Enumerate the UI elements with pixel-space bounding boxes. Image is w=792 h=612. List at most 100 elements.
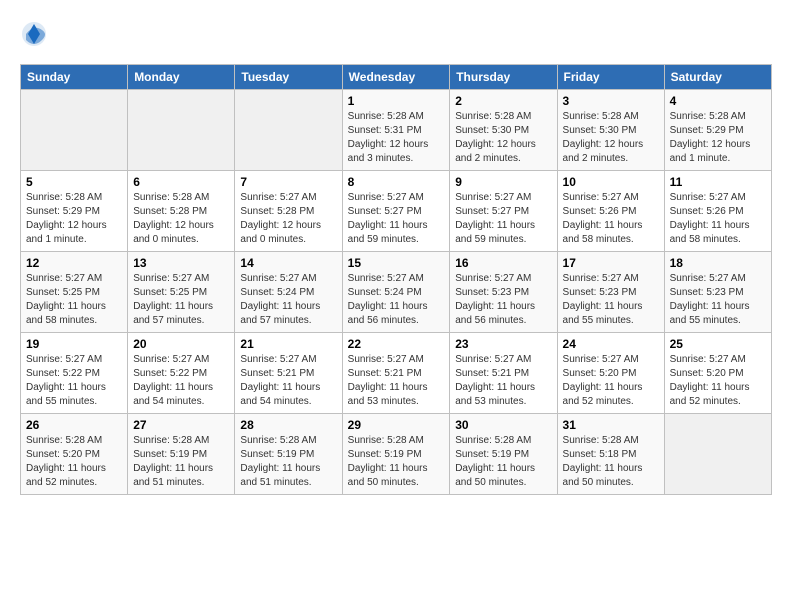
day-cell: 28 Sunrise: 5:28 AM Sunset: 5:19 PM Dayli… [235,414,342,495]
day-number: 13 [133,256,229,270]
day-cell [21,90,128,171]
day-header-wednesday: Wednesday [342,65,450,90]
day-cell: 16 Sunrise: 5:27 AM Sunset: 5:23 PM Dayli… [450,252,557,333]
day-info: Sunrise: 5:28 AM Sunset: 5:20 PM Dayligh… [26,434,122,490]
day-info: Sunrise: 5:27 AM Sunset: 5:28 PM Dayligh… [240,191,336,247]
calendar-header-row: SundayMondayTuesdayWednesdayThursdayFrid… [21,65,772,90]
day-number: 29 [348,418,445,432]
day-info: Sunrise: 5:27 AM Sunset: 5:22 PM Dayligh… [133,353,229,409]
day-cell [128,90,235,171]
day-cell: 30Sunrise: 5:28 AM Sunset: 5:19 PM Dayli… [450,414,557,495]
day-cell [235,90,342,171]
day-info: Sunrise: 5:27 AM Sunset: 5:27 PM Dayligh… [348,191,445,247]
week-row-2: 5Sunrise: 5:28 AM Sunset: 5:29 PM Daylig… [21,171,772,252]
day-info: Sunrise: 5:28 AM Sunset: 5:18 PM Dayligh… [563,434,659,490]
day-cell: 6Sunrise: 5:28 AM Sunset: 5:28 PM Daylig… [128,171,235,252]
day-info: Sunrise: 5:27 AM Sunset: 5:24 PM Dayligh… [348,272,445,328]
day-number: 20 [133,337,229,351]
day-info: Sunrise: 5:28 AM Sunset: 5:19 PM Dayligh… [240,434,336,490]
day-info: Sunrise: 5:27 AM Sunset: 5:20 PM Dayligh… [563,353,659,409]
day-info: Sunrise: 5:27 AM Sunset: 5:23 PM Dayligh… [670,272,766,328]
day-info: Sunrise: 5:27 AM Sunset: 5:20 PM Dayligh… [670,353,766,409]
day-number: 3 [563,94,659,108]
day-info: Sunrise: 5:28 AM Sunset: 5:19 PM Dayligh… [348,434,445,490]
day-cell: 21Sunrise: 5:27 AM Sunset: 5:21 PM Dayli… [235,333,342,414]
day-cell: 22 Sunrise: 5:27 AM Sunset: 5:21 PM Dayli… [342,333,450,414]
day-number: 18 [670,256,766,270]
day-cell: 8 Sunrise: 5:27 AM Sunset: 5:27 PM Daylig… [342,171,450,252]
day-number: 5 [26,175,122,189]
day-number: 2 [455,94,551,108]
day-number: 12 [26,256,122,270]
day-cell: 11 Sunrise: 5:27 AM Sunset: 5:26 PM Dayli… [664,171,771,252]
day-cell: 5Sunrise: 5:28 AM Sunset: 5:29 PM Daylig… [21,171,128,252]
day-cell [664,414,771,495]
day-info: Sunrise: 5:28 AM Sunset: 5:19 PM Dayligh… [133,434,229,490]
day-number: 14 [240,256,336,270]
day-number: 25 [670,337,766,351]
day-cell: 13Sunrise: 5:27 AM Sunset: 5:25 PM Dayli… [128,252,235,333]
day-info: Sunrise: 5:28 AM Sunset: 5:19 PM Dayligh… [455,434,551,490]
day-cell: 3 Sunrise: 5:28 AM Sunset: 5:30 PM Daylig… [557,90,664,171]
day-cell: 2 Sunrise: 5:28 AM Sunset: 5:30 PM Daylig… [450,90,557,171]
day-cell: 4 Sunrise: 5:28 AM Sunset: 5:29 PM Daylig… [664,90,771,171]
day-number: 15 [348,256,445,270]
day-number: 4 [670,94,766,108]
week-row-3: 12 Sunrise: 5:27 AM Sunset: 5:25 PM Dayli… [21,252,772,333]
day-number: 8 [348,175,445,189]
day-number: 6 [133,175,229,189]
day-number: 27 [133,418,229,432]
day-info: Sunrise: 5:27 AM Sunset: 5:25 PM Dayligh… [26,272,122,328]
day-info: Sunrise: 5:28 AM Sunset: 5:30 PM Dayligh… [563,110,659,166]
week-row-4: 19 Sunrise: 5:27 AM Sunset: 5:22 PM Dayli… [21,333,772,414]
day-header-thursday: Thursday [450,65,557,90]
day-info: Sunrise: 5:27 AM Sunset: 5:23 PM Dayligh… [563,272,659,328]
day-cell: 20 Sunrise: 5:27 AM Sunset: 5:22 PM Dayli… [128,333,235,414]
day-number: 7 [240,175,336,189]
calendar-table: SundayMondayTuesdayWednesdayThursdayFrid… [20,64,772,495]
day-cell: 31 Sunrise: 5:28 AM Sunset: 5:18 PM Dayli… [557,414,664,495]
day-header-saturday: Saturday [664,65,771,90]
day-cell: 14 Sunrise: 5:27 AM Sunset: 5:24 PM Dayli… [235,252,342,333]
day-info: Sunrise: 5:27 AM Sunset: 5:26 PM Dayligh… [563,191,659,247]
day-number: 28 [240,418,336,432]
day-cell: 27 Sunrise: 5:28 AM Sunset: 5:19 PM Dayli… [128,414,235,495]
day-info: Sunrise: 5:27 AM Sunset: 5:23 PM Dayligh… [455,272,551,328]
day-header-monday: Monday [128,65,235,90]
day-cell: 1Sunrise: 5:28 AM Sunset: 5:31 PM Daylig… [342,90,450,171]
day-cell: 18 Sunrise: 5:27 AM Sunset: 5:23 PM Dayli… [664,252,771,333]
day-header-friday: Friday [557,65,664,90]
day-header-tuesday: Tuesday [235,65,342,90]
day-cell: 10Sunrise: 5:27 AM Sunset: 5:26 PM Dayli… [557,171,664,252]
day-info: Sunrise: 5:27 AM Sunset: 5:21 PM Dayligh… [240,353,336,409]
day-cell: 12 Sunrise: 5:27 AM Sunset: 5:25 PM Dayli… [21,252,128,333]
week-row-5: 26 Sunrise: 5:28 AM Sunset: 5:20 PM Dayli… [21,414,772,495]
day-number: 31 [563,418,659,432]
day-cell: 9 Sunrise: 5:27 AM Sunset: 5:27 PM Daylig… [450,171,557,252]
day-info: Sunrise: 5:27 AM Sunset: 5:22 PM Dayligh… [26,353,122,409]
day-info: Sunrise: 5:27 AM Sunset: 5:21 PM Dayligh… [348,353,445,409]
day-number: 24 [563,337,659,351]
day-cell: 25 Sunrise: 5:27 AM Sunset: 5:20 PM Dayli… [664,333,771,414]
page: SundayMondayTuesdayWednesdayThursdayFrid… [0,0,792,505]
day-info: Sunrise: 5:27 AM Sunset: 5:24 PM Dayligh… [240,272,336,328]
day-number: 11 [670,175,766,189]
day-number: 17 [563,256,659,270]
day-info: Sunrise: 5:27 AM Sunset: 5:21 PM Dayligh… [455,353,551,409]
header [20,20,772,48]
day-number: 19 [26,337,122,351]
day-number: 26 [26,418,122,432]
day-info: Sunrise: 5:28 AM Sunset: 5:30 PM Dayligh… [455,110,551,166]
day-number: 22 [348,337,445,351]
logo [20,20,52,48]
day-info: Sunrise: 5:28 AM Sunset: 5:29 PM Dayligh… [670,110,766,166]
day-cell: 17 Sunrise: 5:27 AM Sunset: 5:23 PM Dayli… [557,252,664,333]
day-info: Sunrise: 5:27 AM Sunset: 5:26 PM Dayligh… [670,191,766,247]
day-number: 1 [348,94,445,108]
day-info: Sunrise: 5:27 AM Sunset: 5:27 PM Dayligh… [455,191,551,247]
day-number: 9 [455,175,551,189]
day-number: 23 [455,337,551,351]
day-number: 16 [455,256,551,270]
day-cell: 29 Sunrise: 5:28 AM Sunset: 5:19 PM Dayli… [342,414,450,495]
day-cell: 15 Sunrise: 5:27 AM Sunset: 5:24 PM Dayli… [342,252,450,333]
